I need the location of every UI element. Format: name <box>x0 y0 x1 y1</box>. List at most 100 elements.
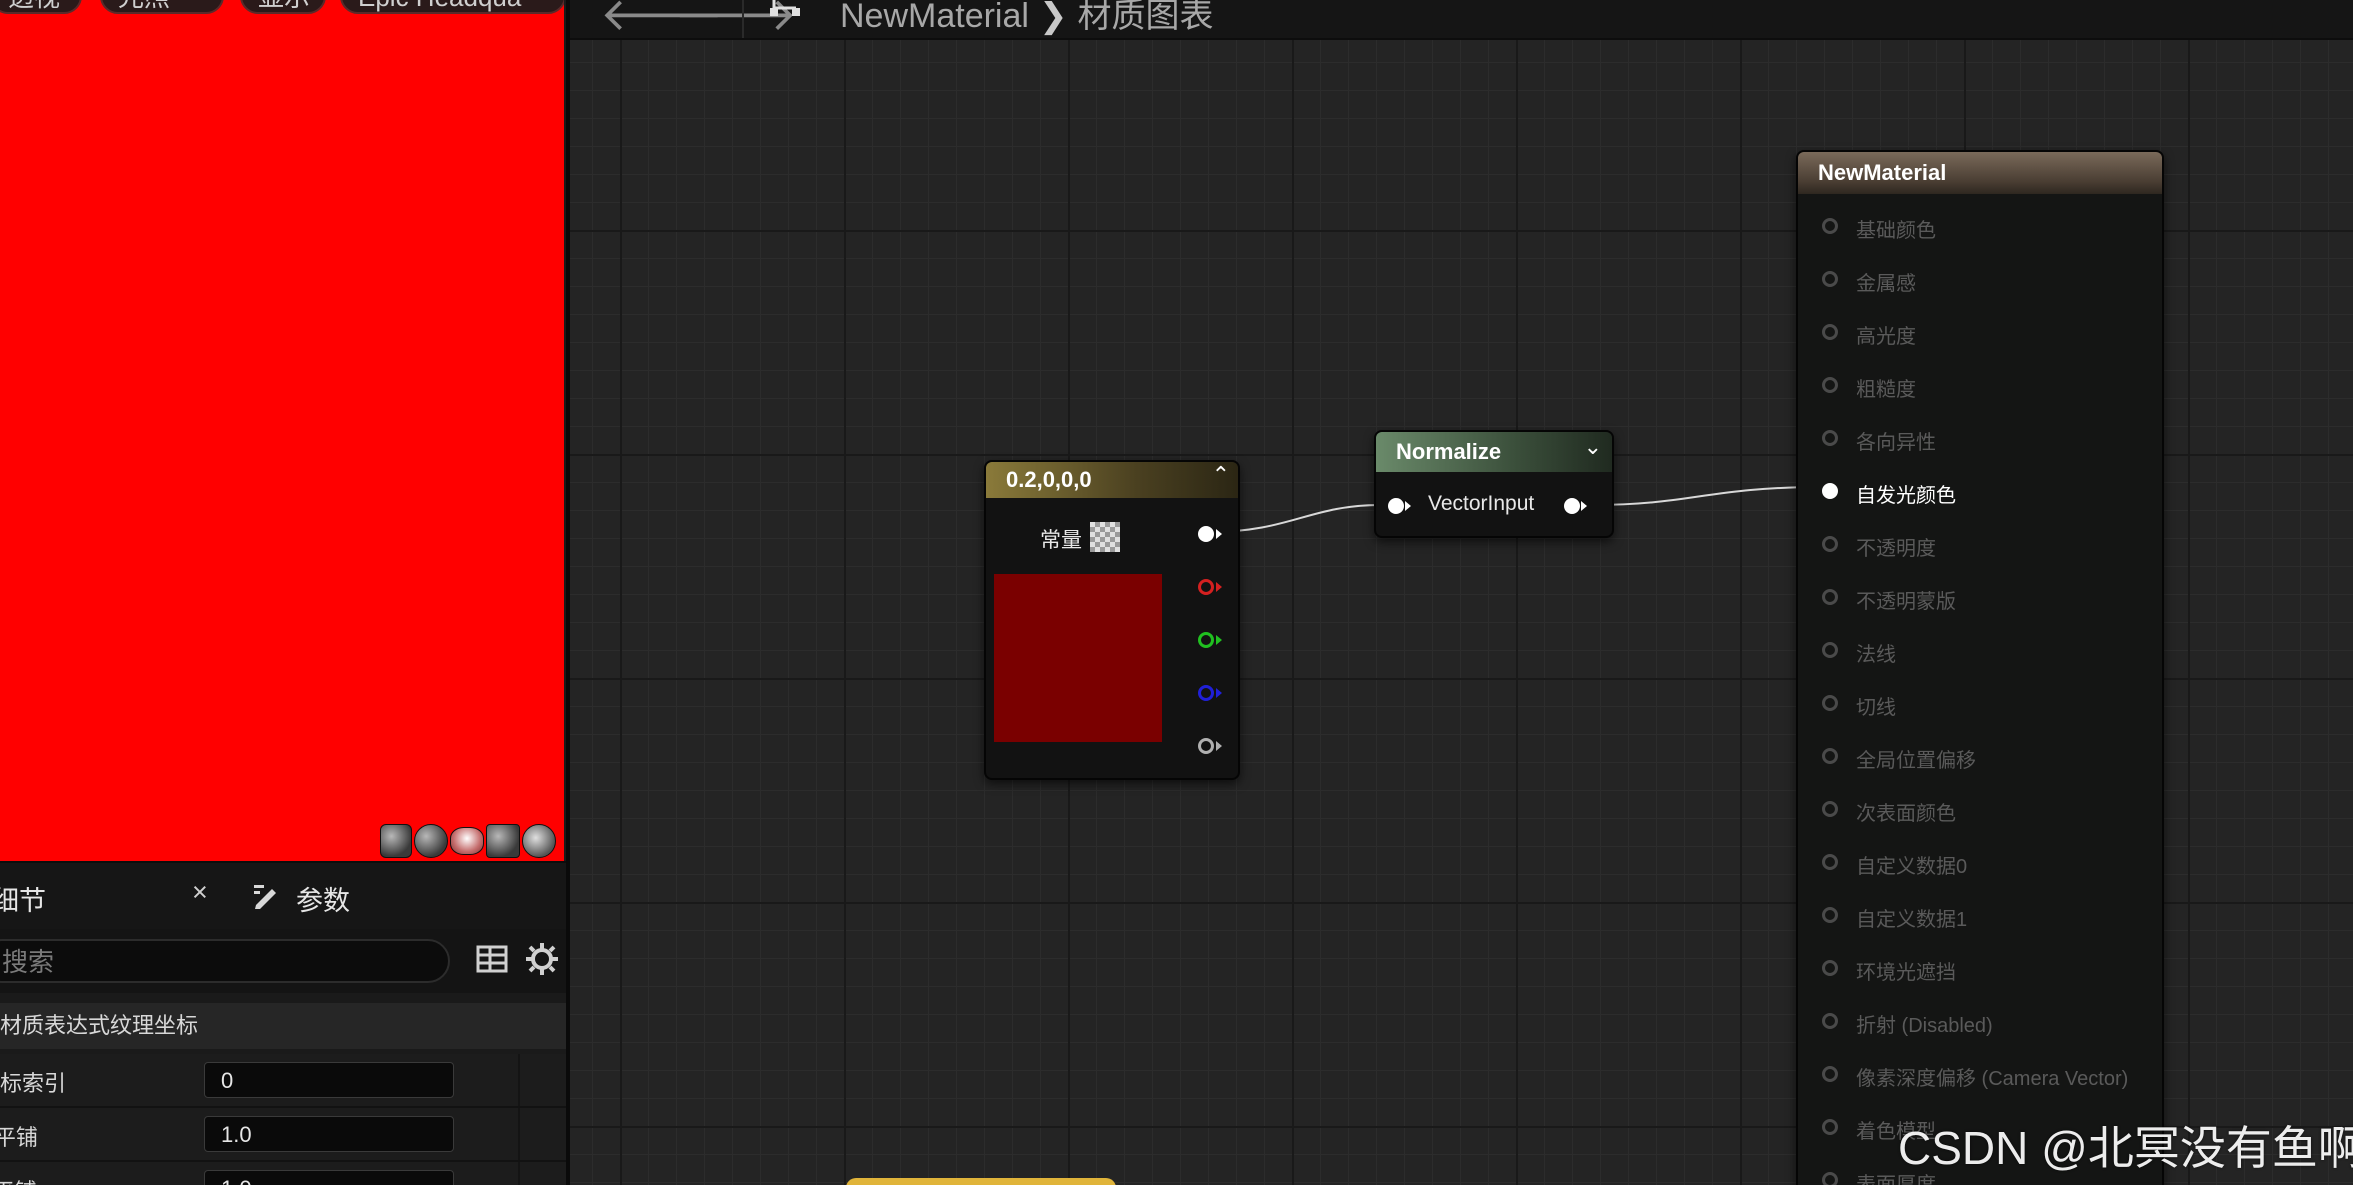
search-row: 搜索 <box>0 929 566 993</box>
property-value-field[interactable]: 1.0 <box>204 1170 454 1185</box>
input-pin[interactable] <box>1822 377 1838 393</box>
node-title: Normalize <box>1376 432 1612 472</box>
partial-node-edge[interactable] <box>846 1178 1116 1185</box>
breadcrumb-root[interactable]: NewMaterial <box>840 0 1029 35</box>
details-tab-bar: 细节 × 参数 <box>0 861 566 931</box>
input-pin[interactable] <box>1822 801 1838 817</box>
cylinder-icon[interactable] <box>380 824 412 858</box>
input-pin-label: 环境光遮挡 <box>1856 962 1956 984</box>
pin-arrow <box>1581 501 1587 511</box>
input-pin[interactable] <box>1822 642 1838 658</box>
property-value-field[interactable]: 0 <box>204 1062 454 1098</box>
input-pin-label: 自定义数据1 <box>1856 909 1968 931</box>
node-title: 0.2,0,0,0 <box>986 462 1238 498</box>
input-pin-label: 全局位置偏移 <box>1856 750 1976 772</box>
column-divider <box>518 1054 520 1106</box>
environment-button[interactable]: Epic Headqua <box>340 0 564 14</box>
cube-icon[interactable] <box>486 824 520 858</box>
input-pin[interactable] <box>1822 218 1838 234</box>
input-pin-label: 像素深度偏移 (Camera Vector) <box>1856 1068 2129 1090</box>
pencil-params-icon <box>254 885 276 909</box>
gear-icon[interactable] <box>524 941 560 977</box>
input-pin-label: 自发光颜色 <box>1856 485 1956 507</box>
input-pin-label: 基础颜色 <box>1856 220 1936 242</box>
left-panel: 透视 光照 显示 Epic Headqua 细节 × 参数 搜索 <box>0 0 566 1185</box>
lighting-button[interactable]: 光照 <box>100 0 224 14</box>
input-pin[interactable] <box>1822 324 1838 340</box>
input-pin-label: 不透明蒙版 <box>1856 591 1956 613</box>
tab-params[interactable]: 参数 <box>296 879 350 918</box>
input-pin-vectorinput[interactable] <box>1388 498 1404 514</box>
output-pin-r[interactable] <box>1198 579 1214 595</box>
pin-arrow <box>1405 501 1411 511</box>
section-header[interactable]: 材质表达式纹理坐标 <box>0 1003 566 1049</box>
property-label: 坐标索引 <box>0 1071 67 1096</box>
breadcrumb: NewMaterial ❯ 材质图表 <box>840 0 1213 37</box>
property-row: U平铺 1.0 <box>0 1108 566 1162</box>
input-pin[interactable] <box>1822 430 1838 446</box>
constant-label: 常量 <box>1040 529 1082 552</box>
input-pin-label: 粗糙度 <box>1856 379 1916 401</box>
output-pin-rgba[interactable] <box>1198 526 1214 542</box>
graph-toolbar: 🡐 🡒 NewMaterial ❯ 材质图表 <box>570 0 2353 40</box>
color-preview-swatch[interactable] <box>994 574 1162 742</box>
breadcrumb-current[interactable]: 材质图表 <box>1077 0 1213 35</box>
checkerboard-icon <box>1090 522 1120 552</box>
input-pin-label: 高光度 <box>1856 326 1916 348</box>
input-pin[interactable] <box>1822 589 1838 605</box>
output-pin-a[interactable] <box>1198 738 1214 754</box>
input-pin-label: 切线 <box>1856 697 1896 719</box>
output-pin-b[interactable] <box>1198 685 1214 701</box>
input-pin[interactable] <box>1822 1172 1838 1185</box>
teapot-icon[interactable] <box>522 824 556 858</box>
view-mode-button[interactable]: 透视 <box>0 0 82 14</box>
input-pin[interactable] <box>1822 748 1838 764</box>
pin-label: VectorInput <box>1428 492 1535 515</box>
pin-arrow <box>1216 741 1222 751</box>
input-pin-label: 次表面颜色 <box>1856 803 1956 825</box>
sphere-icon[interactable] <box>414 824 448 858</box>
search-input[interactable]: 搜索 <box>0 939 450 983</box>
input-pin[interactable] <box>1822 536 1838 552</box>
show-button[interactable]: 显示 <box>240 0 326 14</box>
node-title: NewMaterial <box>1798 152 2162 194</box>
output-pin[interactable] <box>1564 498 1580 514</box>
pin-arrow <box>1216 582 1222 592</box>
pin-arrow <box>1216 529 1222 539</box>
property-value-field[interactable]: 1.0 <box>204 1116 454 1152</box>
input-pin-label: 折射 (Disabled) <box>1856 1015 1993 1037</box>
chevron-up-icon[interactable]: ⌃ <box>1212 462 1230 488</box>
input-pin[interactable] <box>1822 271 1838 287</box>
input-pin[interactable] <box>1822 695 1838 711</box>
tab-details[interactable]: 细节 <box>0 879 46 918</box>
table-view-icon[interactable] <box>476 943 508 975</box>
input-pin-label: 各向异性 <box>1856 432 1936 454</box>
input-pin[interactable] <box>1822 483 1838 499</box>
chevron-down-icon[interactable]: ⌄ <box>1584 434 1602 460</box>
input-pin[interactable] <box>1822 907 1838 923</box>
graph-icon <box>770 0 800 16</box>
preview-shape-toolbar <box>380 824 556 858</box>
input-pin[interactable] <box>1822 960 1838 976</box>
input-pin-label: 金属感 <box>1856 273 1916 295</box>
plane-icon[interactable] <box>450 827 484 855</box>
input-pin[interactable] <box>1822 854 1838 870</box>
input-pin[interactable] <box>1822 1013 1838 1029</box>
close-icon[interactable]: × <box>192 877 208 908</box>
input-pin[interactable] <box>1822 1119 1838 1135</box>
watermark: CSDN @北冥没有鱼啊 <box>1898 1122 2353 1174</box>
material-result-node[interactable]: NewMaterial 基础颜色金属感高光度粗糙度各向异性自发光颜色不透明度不透… <box>1796 150 2164 1185</box>
material-graph-canvas[interactable]: 🡐 🡒 NewMaterial ❯ 材质图表 0.2,0,0,0 ⌃ 常量 No… <box>566 0 2353 1185</box>
pin-arrow <box>1216 688 1222 698</box>
input-pin-label: 自定义数据0 <box>1856 856 1968 878</box>
property-label: U平铺 <box>0 1125 38 1150</box>
material-preview-viewport[interactable]: 透视 光照 显示 Epic Headqua <box>0 0 564 861</box>
breadcrumb-separator: ❯ <box>1038 0 1068 35</box>
output-pin-g[interactable] <box>1198 632 1214 648</box>
constant4vector-node[interactable]: 0.2,0,0,0 ⌃ 常量 <box>984 460 1240 780</box>
column-divider <box>518 1108 520 1160</box>
input-pin[interactable] <box>1822 1066 1838 1082</box>
input-pin-label: 不透明度 <box>1856 538 1936 560</box>
toolbar-divider <box>742 0 744 38</box>
normalize-node[interactable]: Normalize ⌄ VectorInput <box>1374 430 1614 538</box>
